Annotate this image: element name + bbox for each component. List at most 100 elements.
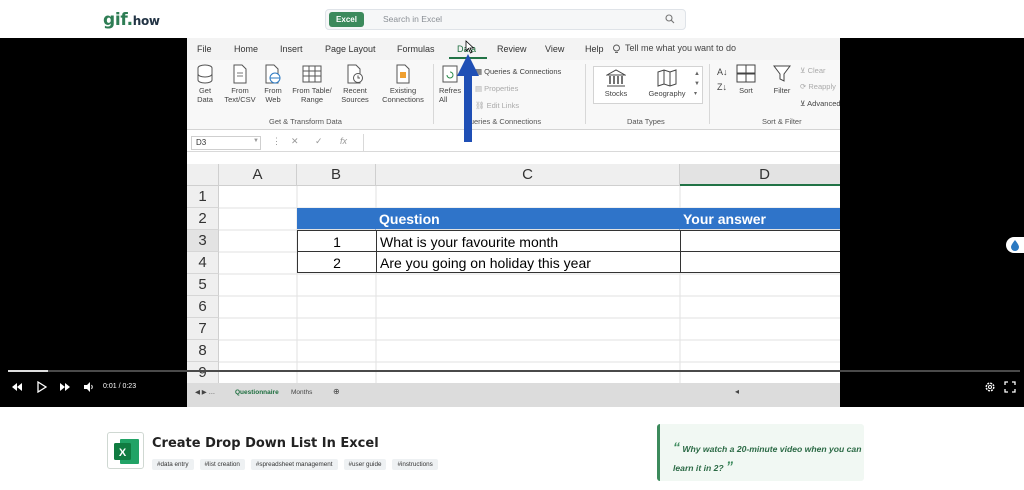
filter-button[interactable]: Filter xyxy=(771,64,793,95)
database-icon xyxy=(197,64,213,84)
cell-d4[interactable] xyxy=(680,251,840,273)
column-header-c[interactable]: C xyxy=(376,164,680,186)
tag-chip[interactable]: #user guide xyxy=(343,459,387,470)
tab-formulas[interactable]: Formulas xyxy=(397,44,435,54)
sort-button[interactable]: Sort xyxy=(735,64,757,95)
row-header-1[interactable]: 1 xyxy=(187,186,219,208)
fast-forward-icon[interactable] xyxy=(59,381,71,393)
column-header-a[interactable]: A xyxy=(219,164,297,186)
search-category-chip[interactable]: Excel xyxy=(329,12,364,27)
sort-icon xyxy=(736,64,756,83)
lightbulb-icon xyxy=(613,44,620,53)
advanced-button[interactable]: ⊻ Advanced xyxy=(800,99,840,108)
column-header-d[interactable]: D xyxy=(680,164,840,186)
hscroll-icon[interactable]: ◂ xyxy=(735,387,739,396)
from-web-button[interactable]: From Web xyxy=(260,64,286,104)
get-data-button[interactable]: Get Data xyxy=(192,64,218,104)
sheet-tab-questionnaire[interactable]: Questionnaire xyxy=(235,389,279,396)
from-table-range-button[interactable]: From Table/ Range xyxy=(288,64,336,104)
tab-help[interactable]: Help xyxy=(585,44,604,54)
sort-az-button[interactable]: A↓ Z↓ xyxy=(717,65,728,95)
advanced-label: Advanced xyxy=(807,99,840,108)
cell-c4[interactable]: Are you going on holiday this year xyxy=(376,251,681,273)
tab-home[interactable]: Home xyxy=(234,44,258,54)
rewind-icon[interactable] xyxy=(11,381,23,393)
select-all-corner[interactable] xyxy=(187,164,219,186)
tell-me-search[interactable]: Tell me what you want to do xyxy=(625,43,736,53)
cell-c2[interactable]: Question xyxy=(376,208,680,230)
column-header-b[interactable]: B xyxy=(297,164,376,186)
video-progress-bar[interactable] xyxy=(8,370,1020,372)
from-text-csv-button[interactable]: From Text/CSV xyxy=(221,64,259,104)
promo-quote: “ Why watch a 20-minute video when you c… xyxy=(657,424,864,481)
row-header-7[interactable]: 7 xyxy=(187,318,219,340)
tag-chip[interactable]: #instructions xyxy=(392,459,438,470)
tab-insert[interactable]: Insert xyxy=(280,44,303,54)
cell-b3[interactable]: 1 xyxy=(297,230,377,252)
tag-chip[interactable]: #spreadsheet management xyxy=(250,459,338,470)
stocks-button[interactable]: Stocks xyxy=(600,69,632,98)
sheet-tab-months[interactable]: Months xyxy=(291,389,312,396)
globe-icon xyxy=(265,64,281,84)
function-icon[interactable]: fx xyxy=(340,136,347,146)
cell-d2[interactable]: Your answer xyxy=(680,208,840,230)
filter-label: Filter xyxy=(773,86,791,95)
tag-chip[interactable]: #list creation xyxy=(199,459,245,470)
properties-label: Properties xyxy=(484,84,519,93)
tab-file[interactable]: File xyxy=(197,44,212,54)
tab-view[interactable]: View xyxy=(545,44,564,54)
properties-button[interactable]: ▤ Properties xyxy=(475,84,518,93)
side-widget-button[interactable] xyxy=(1006,237,1024,253)
row-header-3[interactable]: 3 xyxy=(187,230,219,252)
group-get-transform: Get & Transform Data xyxy=(269,117,342,126)
map-icon xyxy=(657,69,677,87)
recent-sources-button[interactable]: Recent Sources xyxy=(338,64,372,104)
table-icon xyxy=(302,65,322,83)
edit-links-button[interactable]: ⛓ Edit Links xyxy=(475,101,519,110)
settings-gear-icon[interactable] xyxy=(984,381,996,393)
cell-b2[interactable] xyxy=(297,208,376,230)
annotation-arrow-icon xyxy=(457,54,479,142)
tab-review[interactable]: Review xyxy=(497,44,527,54)
geography-button[interactable]: Geography xyxy=(644,69,690,98)
search-bar[interactable]: Excel Search in Excel xyxy=(325,9,686,30)
open-quote-icon: “ xyxy=(673,439,680,455)
quote-text: “ Why watch a 20-minute video when you c… xyxy=(673,439,863,477)
clear-button[interactable]: ⊻ Clear xyxy=(800,66,826,75)
fullscreen-icon[interactable] xyxy=(1004,381,1016,393)
stocks-label: Stocks xyxy=(604,89,628,98)
row-header-5[interactable]: 5 xyxy=(187,274,219,296)
row-header-2[interactable]: 2 xyxy=(187,208,219,230)
water-drop-icon xyxy=(1011,240,1019,251)
quote-body: Why watch a 20-minute video when you can… xyxy=(673,444,862,473)
logo-suffix: how xyxy=(132,14,160,28)
existing-connections-button[interactable]: Existing Connections xyxy=(378,64,428,104)
cell-d3[interactable] xyxy=(680,230,840,252)
row-header-4[interactable]: 4 xyxy=(187,252,219,274)
tag-chip[interactable]: #data entry xyxy=(152,459,194,470)
queries-connections-button[interactable]: ▦ Queries & Connections xyxy=(475,67,561,76)
row-header-9[interactable]: 9 xyxy=(187,362,219,384)
volume-icon[interactable] xyxy=(83,381,95,393)
play-icon[interactable] xyxy=(35,381,47,393)
cell-c3[interactable]: What is your favourite month xyxy=(376,230,681,252)
data-types-gallery: Stocks Geography ▲ ▼ ▾ xyxy=(593,66,703,104)
row-header-8[interactable]: 8 xyxy=(187,340,219,362)
tab-page-layout[interactable]: Page Layout xyxy=(325,44,376,54)
cancel-icon[interactable]: ✕ xyxy=(291,136,299,147)
video-player[interactable]: File Home Insert Page Layout Formulas Da… xyxy=(0,38,1024,407)
site-logo[interactable]: gif.how xyxy=(103,10,160,30)
cell-b4[interactable]: 2 xyxy=(297,251,377,273)
reapply-label: Reapply xyxy=(808,82,836,91)
reapply-button[interactable]: ⟳ Reapply xyxy=(800,82,836,91)
sheet-nav-icon[interactable]: ◀ ▶ … xyxy=(195,388,215,396)
gallery-scroll[interactable]: ▲ ▼ ▾ xyxy=(694,69,700,99)
name-box[interactable]: D3 xyxy=(191,136,261,150)
add-sheet-icon[interactable]: ⊕ xyxy=(333,387,340,396)
enter-icon[interactable]: ✓ xyxy=(315,136,323,147)
search-icon[interactable] xyxy=(665,14,675,24)
row-header-6[interactable]: 6 xyxy=(187,296,219,318)
search-input[interactable]: Search in Excel xyxy=(383,14,442,24)
recent-sources-label: Recent Sources xyxy=(341,86,369,104)
name-box-dropdown-icon[interactable]: ▼ xyxy=(253,138,259,144)
